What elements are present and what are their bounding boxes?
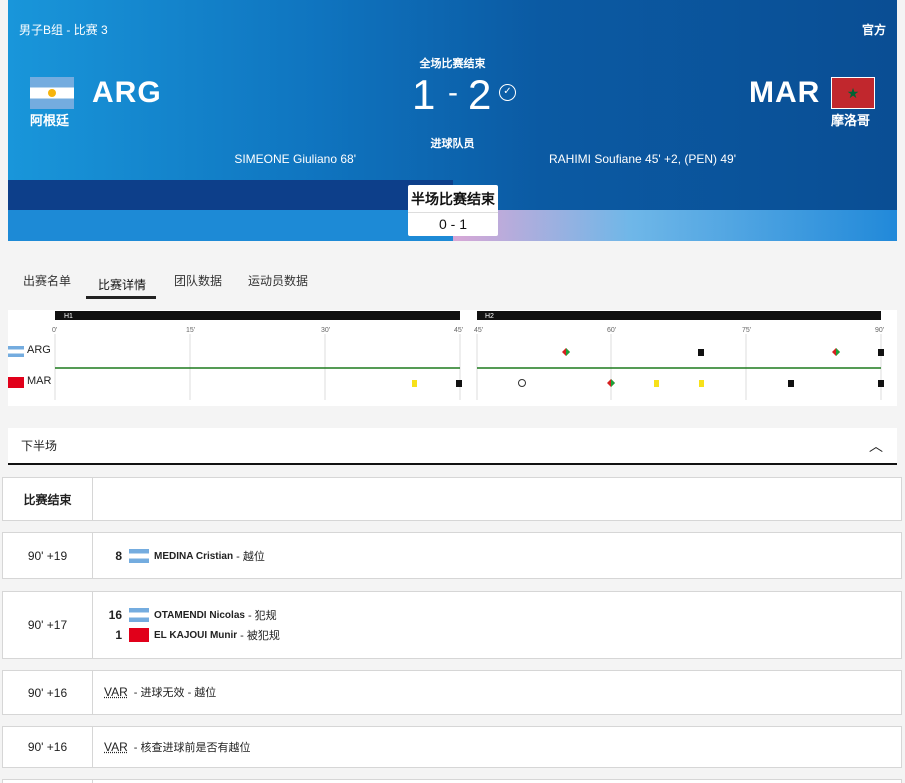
tab-lineups[interactable]: 出赛名单 (23, 272, 71, 289)
event-marker (878, 380, 884, 387)
event-description: - 进球无效 - 越位 (133, 687, 217, 699)
goal-ball-icon (518, 379, 526, 387)
player-name[interactable]: EL KAJOUI Munir (154, 630, 237, 641)
player-name[interactable]: MEDINA Cristian (154, 551, 233, 562)
match-timeline: H1 H2 0' 15' 30' 45' 45' 60' 75' 90' ARG… (8, 310, 897, 406)
tick-label: 45' (454, 327, 463, 334)
event-description: - 核查进球前是否有越位 (133, 742, 251, 754)
yellow-card-icon (412, 380, 417, 387)
event-marker (788, 380, 794, 387)
event-content: VAR - 核查进球前是否有越位 (94, 727, 901, 767)
official-badge: 官方 (861, 23, 886, 37)
player-number: 16 (108, 608, 122, 622)
tick-label: 60' (607, 327, 616, 334)
argentina-flag-icon (8, 346, 24, 357)
event-time: 比赛结束 (3, 478, 93, 520)
event-row: 90' +17 16 OTAMENDI Nicolas - 犯规 1 EL KA… (2, 591, 902, 659)
flag-sun (48, 89, 56, 97)
argentina-flag-icon (30, 77, 74, 109)
section-title: 下半场 (21, 439, 58, 453)
timeline-svg: H1 H2 0' 15' 30' 45' 45' 60' 75' 90' (52, 311, 884, 400)
event-line: 16 OTAMENDI Nicolas - 犯规 (104, 607, 277, 623)
match-group: 男子B组 - 比赛 3 (19, 23, 108, 37)
band-left (8, 180, 453, 210)
event-row: 90' +19 8 MEDINA Cristian - 越位 (2, 532, 902, 579)
halftime-score: 0 - 1 (438, 216, 467, 232)
yellow-card-icon (699, 380, 704, 387)
home-team-code: ARG (92, 76, 162, 109)
yellow-card-icon (654, 380, 659, 387)
halftime-box: 半场比赛结束 0 - 1 (408, 185, 498, 236)
morocco-flag-icon (129, 628, 149, 642)
event-time: 90' +19 (3, 533, 93, 578)
h2-bar (477, 311, 881, 320)
h2-label: H2 (485, 313, 494, 320)
halftime-label: 半场比赛结束 (408, 185, 498, 213)
event-description: - 犯规 (247, 610, 277, 622)
var-label[interactable]: VAR (104, 740, 128, 754)
sub-icon (562, 348, 570, 356)
event-line: 8 MEDINA Cristian - 越位 (104, 548, 265, 564)
away-score: 2 (468, 71, 492, 118)
h1-bar (55, 311, 460, 320)
event-row: 比赛结束 (2, 477, 902, 521)
event-content (94, 478, 901, 520)
away-team-name: 摩洛哥 (831, 113, 871, 128)
event-description: - 越位 (236, 551, 265, 563)
tab-match-details[interactable]: 比赛详情 (98, 276, 146, 293)
event-marker (698, 349, 704, 356)
event-time: 90' +16 (3, 727, 93, 767)
morocco-flag-icon: ★ (831, 77, 875, 109)
second-half-section[interactable]: 下半场 ︿ (8, 428, 897, 465)
timeline-team-home: ARG (27, 344, 51, 356)
band-left-lower (8, 210, 453, 241)
tick-label: 75' (742, 327, 751, 334)
event-line: VAR - 核查进球前是否有越位 (104, 739, 251, 755)
event-row: 90' +16 VAR - 进球无效 - 越位 (2, 670, 902, 715)
event-content: 8 MEDINA Cristian - 越位 (94, 533, 901, 578)
home-team-name: 阿根廷 (30, 113, 70, 128)
event-marker (878, 349, 884, 356)
scorers-label: 进球队员 (430, 138, 475, 150)
active-tab-indicator (86, 296, 156, 299)
band-right (453, 210, 897, 241)
tick-label: 45' (474, 327, 483, 334)
var-label[interactable]: VAR (104, 685, 128, 699)
away-team-code: MAR (749, 76, 821, 109)
home-scorers: SIMEONE Giuliano 68' (234, 152, 356, 166)
event-content: VAR - 进球无效 - 越位 (94, 671, 901, 714)
h1-label: H1 (64, 313, 73, 320)
event-row: 90' +16 VAR - 核查进球前是否有越位 (2, 726, 902, 768)
event-description: - 被犯规 (240, 630, 280, 642)
morocco-flag-icon (8, 377, 24, 388)
event-line: 1 EL KAJOUI Munir - 被犯规 (104, 627, 280, 643)
argentina-flag-icon (129, 608, 149, 622)
tick-label: 90' (875, 327, 884, 334)
home-score: 1 (412, 71, 436, 118)
event-time: 90' +17 (3, 592, 93, 658)
player-name[interactable]: OTAMENDI Nicolas (154, 610, 245, 621)
chevron-up-icon[interactable]: ︿ (869, 436, 883, 456)
argentina-flag-icon (129, 549, 149, 563)
tick-label: 30' (321, 327, 330, 334)
player-number: 1 (115, 628, 122, 642)
event-content: 16 OTAMENDI Nicolas - 犯规 1 EL KAJOUI Mun… (94, 592, 901, 658)
event-time: 90' +16 (3, 671, 93, 714)
tab-team-stats[interactable]: 团队数据 (174, 272, 222, 289)
sub-icon (832, 348, 840, 356)
tick-label: 15' (186, 327, 195, 334)
score-dash: - (448, 76, 458, 109)
player-number: 8 (115, 549, 122, 563)
event-marker (456, 380, 462, 387)
away-scorers: RAHIMI Soufiane 45' +2, (PEN) 49' (549, 152, 737, 166)
flag-star: ★ (846, 85, 860, 101)
timeline-team-away: MAR (27, 375, 52, 387)
event-row-partial (2, 779, 902, 783)
tab-player-stats[interactable]: 运动员数据 (248, 272, 308, 289)
check-icon: ✓ (499, 84, 516, 101)
tick-label: 0' (52, 327, 57, 334)
sub-icon (607, 379, 615, 387)
event-line: VAR - 进球无效 - 越位 (104, 684, 216, 700)
